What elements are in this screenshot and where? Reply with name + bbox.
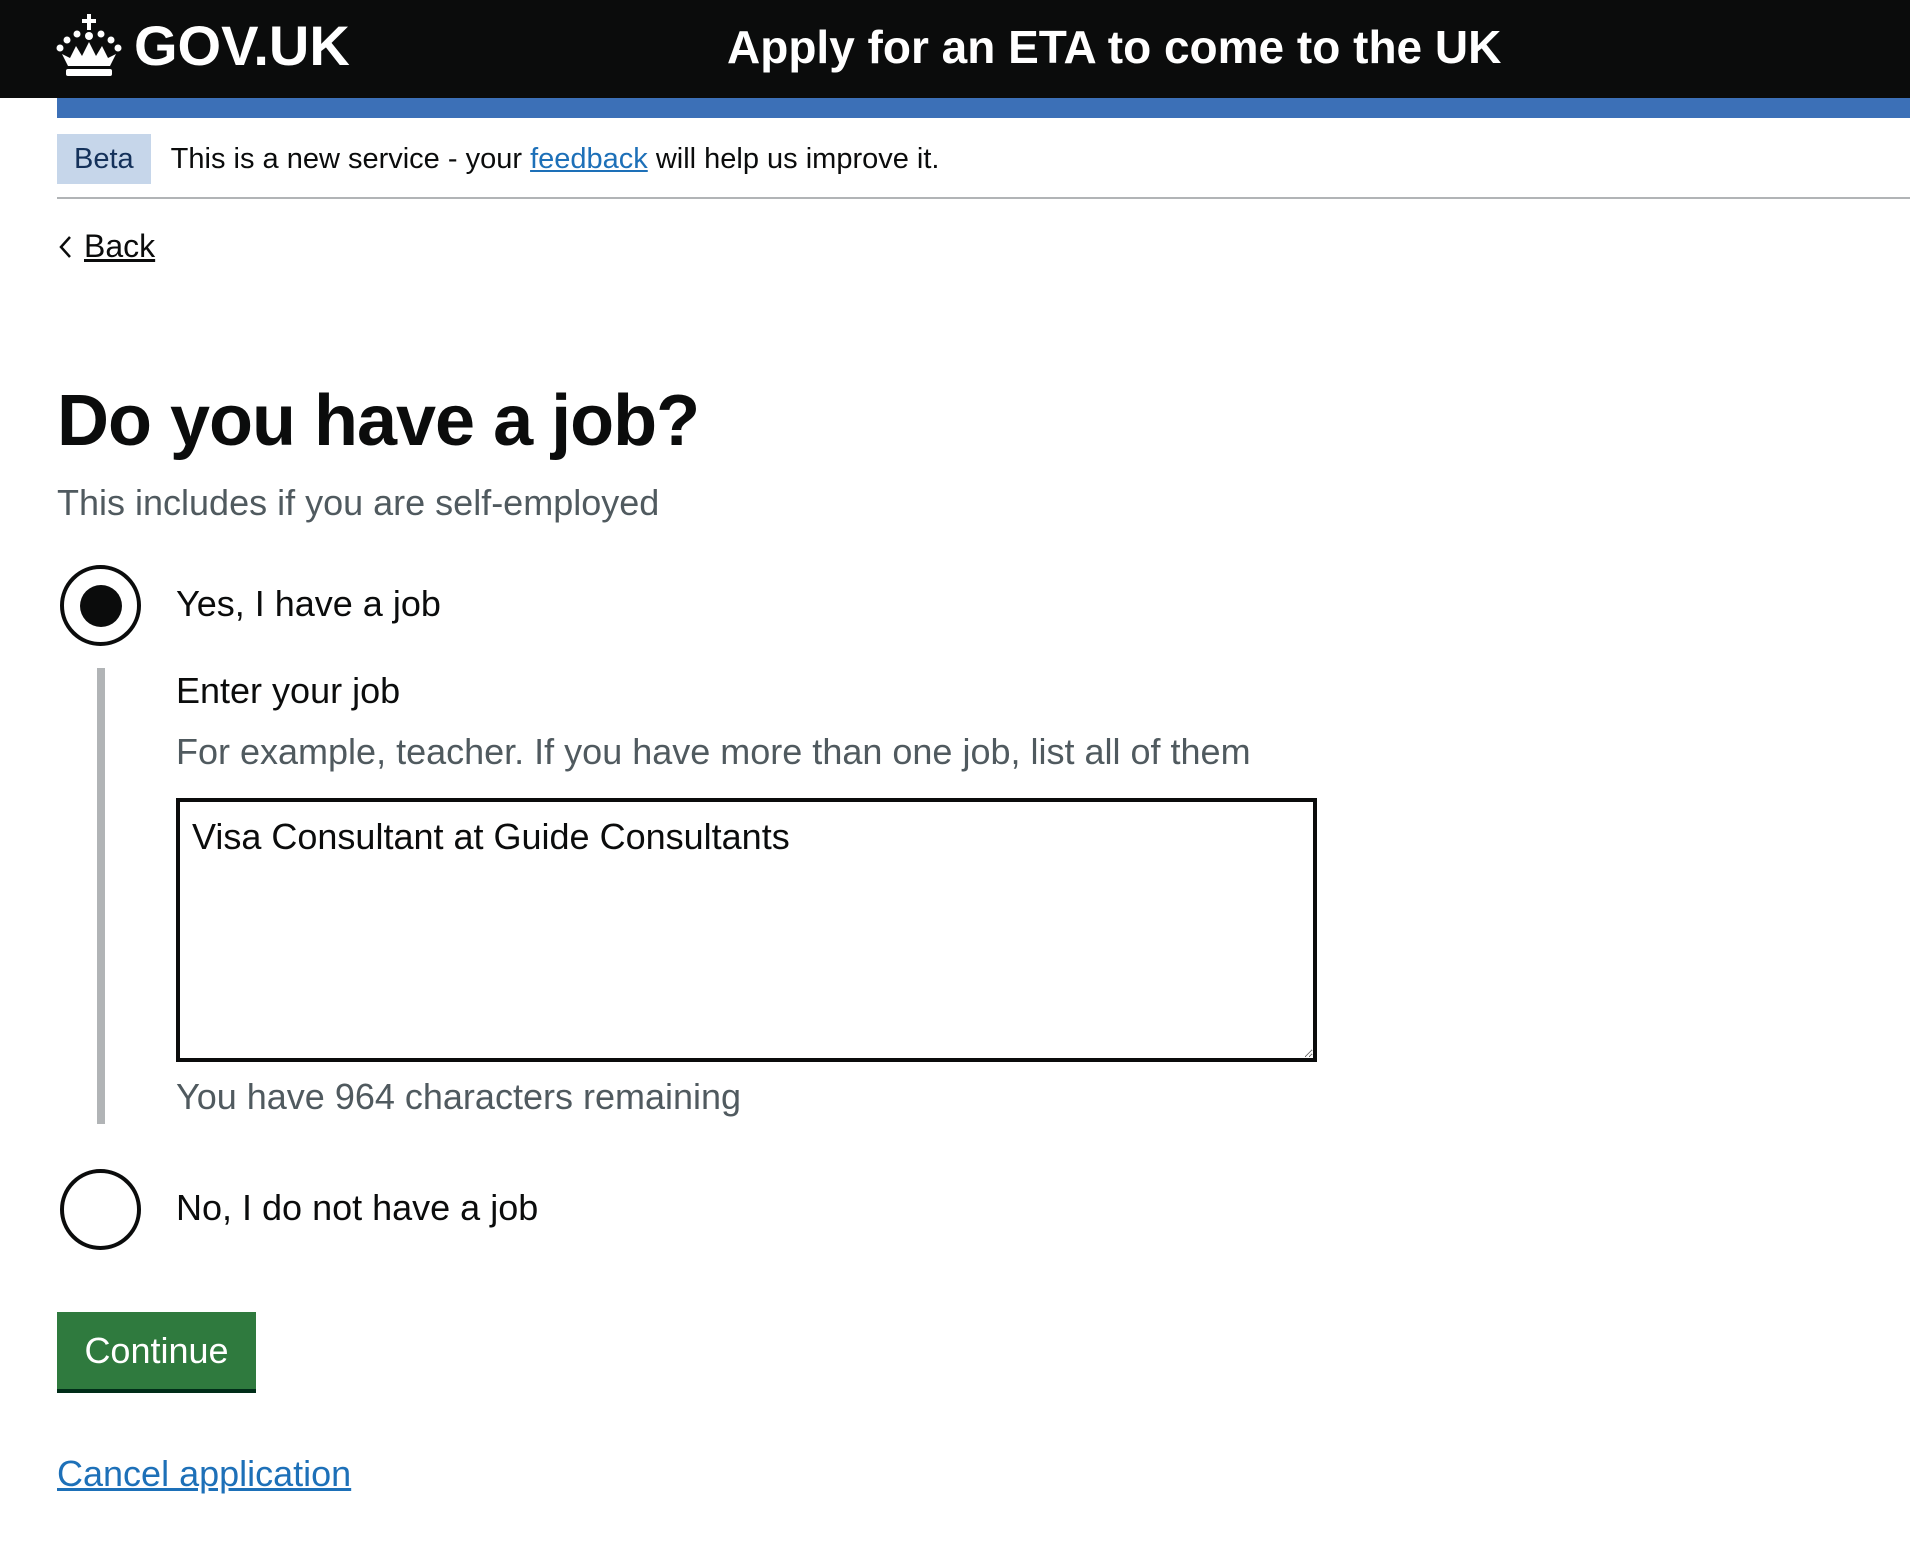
crown-icon [56,14,122,76]
radio-no[interactable] [60,1169,141,1250]
character-count-message: You have 964 characters remaining [176,1076,742,1117]
header-blue-bar [57,98,1910,118]
cancel-application-link[interactable]: Cancel application [57,1453,351,1495]
phase-text-after: will help us improve it. [655,142,940,175]
back-link[interactable]: Back [58,228,155,265]
site-header: GOV.UK Apply for an ETA to come to the U… [0,0,1910,98]
phase-text-before: This is a new service - your [170,142,522,175]
conditional-reveal-bar [97,668,105,1124]
beta-tag: Beta [57,134,151,184]
chevron-left-icon [59,235,71,258]
phase-banner-text: This is a new service - your feedback wi… [171,143,940,176]
service-name[interactable]: Apply for an ETA to come to the UK [727,14,1501,80]
phase-divider [57,197,1910,199]
feedback-link[interactable]: feedback [530,143,648,175]
job-field-hint: For example, teacher. If you have more t… [176,731,1251,772]
page-title: Do you have a job? [57,381,700,461]
back-link-label: Back [84,228,156,264]
job-textarea[interactable]: Visa Consultant at Guide Consultants [176,798,1317,1062]
radio-yes-label[interactable]: Yes, I have a job [176,583,441,625]
phase-banner: Beta This is a new service - your feedba… [57,134,939,184]
question-hint: This includes if you are self-employed [57,482,660,523]
govuk-logo-text: GOV.UK [134,14,350,77]
continue-button[interactable]: Continue [57,1312,256,1389]
radio-no-label[interactable]: No, I do not have a job [176,1187,538,1229]
job-field-label: Enter your job [176,670,401,711]
govuk-logo-link[interactable]: GOV.UK [56,10,350,82]
radio-yes-selected-dot [79,584,122,627]
radio-yes[interactable] [60,565,141,646]
